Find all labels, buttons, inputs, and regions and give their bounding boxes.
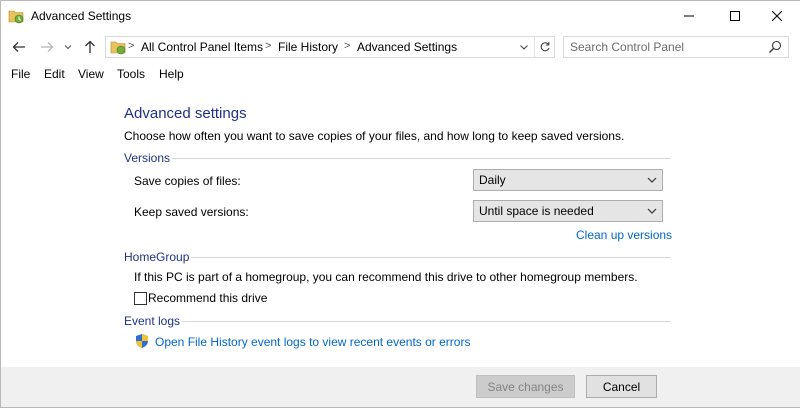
- chevron-down-icon: [647, 177, 657, 183]
- maximize-icon: [730, 11, 740, 21]
- refresh-icon: [540, 42, 550, 52]
- recent-locations-button[interactable]: [62, 38, 74, 56]
- search-input[interactable]: [570, 39, 760, 55]
- chevron-down-icon: [647, 208, 657, 214]
- open-event-logs-link[interactable]: Open File History event logs to view rec…: [155, 335, 470, 349]
- window-title: Advanced Settings: [31, 9, 132, 23]
- breadcrumb-all-control-panel-items[interactable]: All Control Panel Items: [141, 40, 263, 54]
- settings-content: Advanced settings Choose how often you w…: [1, 87, 800, 367]
- title-bar: Advanced Settings: [1, 1, 800, 31]
- control-panel-folder-icon: [110, 39, 126, 55]
- minimize-button[interactable]: [666, 1, 712, 31]
- keep-versions-select[interactable]: Until space is needed: [473, 200, 663, 222]
- address-dropdown-button[interactable]: [514, 37, 534, 57]
- event-logs-group-label: Event logs: [124, 314, 181, 328]
- up-arrow-icon: [85, 40, 95, 53]
- address-bar[interactable]: > All Control Panel Items > File History…: [105, 36, 555, 58]
- search-box[interactable]: [563, 36, 789, 58]
- homegroup-divider: [191, 257, 671, 258]
- menu-help[interactable]: Help: [159, 67, 184, 81]
- close-icon: [772, 11, 782, 21]
- breadcrumb-file-history[interactable]: File History: [278, 40, 338, 54]
- chevron-down-icon: [520, 45, 528, 50]
- chevron-down-icon: [64, 45, 72, 50]
- breadcrumb-separator: >: [128, 40, 135, 52]
- save-copies-select[interactable]: Daily: [473, 169, 663, 191]
- breadcrumb-advanced-settings[interactable]: Advanced Settings: [357, 40, 457, 54]
- recommend-drive-checkbox[interactable]: [134, 292, 147, 305]
- menu-bar: File Edit View Tools Help: [1, 63, 800, 85]
- save-copies-label: Save copies of files:: [134, 174, 241, 188]
- minimize-icon: [684, 15, 694, 17]
- homegroup-group-label: HomeGroup: [124, 250, 190, 264]
- save-copies-value: Daily: [479, 173, 506, 187]
- file-history-icon: [8, 8, 24, 24]
- keep-versions-label: Keep saved versions:: [134, 205, 249, 219]
- search-icon[interactable]: [767, 39, 783, 55]
- recommend-drive-label[interactable]: Recommend this drive: [148, 291, 267, 305]
- cancel-button[interactable]: Cancel: [586, 375, 657, 398]
- forward-button[interactable]: [38, 38, 56, 56]
- close-button[interactable]: [754, 1, 800, 31]
- back-button[interactable]: [10, 38, 28, 56]
- up-button[interactable]: [81, 38, 99, 56]
- versions-group-label: Versions: [124, 151, 171, 165]
- page-description: Choose how often you want to save copies…: [124, 129, 625, 143]
- homegroup-description: If this PC is part of a homegroup, you c…: [134, 270, 638, 284]
- menu-view[interactable]: View: [78, 67, 104, 81]
- menu-file[interactable]: File: [11, 67, 30, 81]
- event-logs-divider: [182, 321, 671, 322]
- breadcrumb-separator[interactable]: >: [265, 40, 271, 52]
- forward-arrow-icon: [41, 42, 54, 52]
- menu-edit[interactable]: Edit: [44, 67, 65, 81]
- keep-versions-value: Until space is needed: [479, 204, 594, 218]
- footer-bar: Save changes Cancel: [1, 367, 800, 407]
- menu-tools[interactable]: Tools: [117, 67, 145, 81]
- back-arrow-icon: [12, 42, 25, 52]
- versions-divider: [172, 158, 671, 159]
- breadcrumb-separator[interactable]: >: [344, 40, 350, 52]
- page-title: Advanced settings: [124, 105, 247, 122]
- maximize-button[interactable]: [712, 1, 758, 31]
- refresh-button[interactable]: [534, 37, 555, 57]
- save-changes-button[interactable]: Save changes: [476, 375, 575, 398]
- uac-shield-icon: [134, 333, 150, 349]
- clean-up-versions-link[interactable]: Clean up versions: [576, 228, 672, 242]
- advanced-settings-window: Advanced Settings > All Control Panel It…: [0, 0, 800, 408]
